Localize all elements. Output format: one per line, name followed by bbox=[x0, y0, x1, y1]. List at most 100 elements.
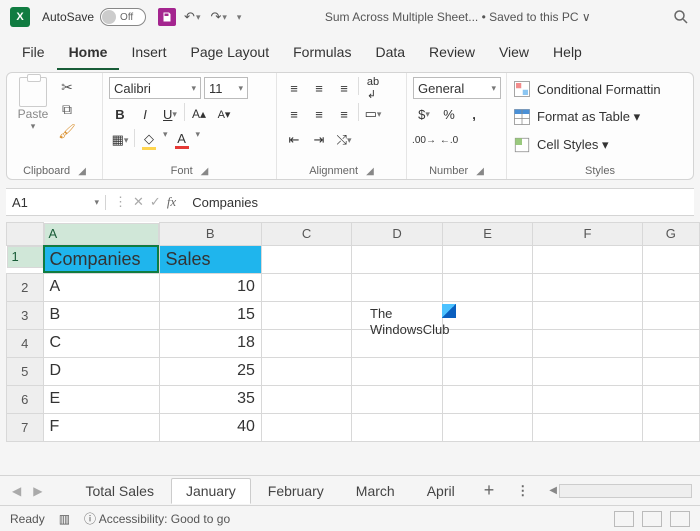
search-icon[interactable] bbox=[672, 8, 690, 26]
cell-C5[interactable] bbox=[261, 357, 351, 385]
italic-button[interactable]: I bbox=[134, 103, 156, 125]
cell-A1[interactable]: Companies bbox=[43, 245, 159, 273]
cell-G4[interactable] bbox=[642, 329, 699, 357]
cell-G2[interactable] bbox=[642, 273, 699, 301]
menu-review[interactable]: Review bbox=[417, 38, 487, 70]
cell-C6[interactable] bbox=[261, 385, 351, 413]
cell-E6[interactable] bbox=[442, 385, 532, 413]
format-painter-icon[interactable]: 🖌 bbox=[57, 121, 77, 141]
increase-font-button[interactable]: A▴ bbox=[188, 103, 210, 125]
cell-F3[interactable] bbox=[533, 301, 642, 329]
cell-G6[interactable] bbox=[642, 385, 699, 413]
underline-button[interactable]: U▾ bbox=[159, 103, 181, 125]
cell-E5[interactable] bbox=[442, 357, 532, 385]
decrease-indent-button[interactable]: ⇤ bbox=[283, 129, 305, 151]
align-left-button[interactable]: ≡ bbox=[283, 103, 305, 125]
format-as-table-button[interactable]: Format as Table ▾ bbox=[513, 105, 640, 129]
decrease-font-button[interactable]: A▾ bbox=[213, 103, 235, 125]
cell-A3[interactable]: B bbox=[43, 301, 159, 329]
paste-button[interactable]: Paste ▾ bbox=[13, 77, 53, 132]
column-header-G[interactable]: G bbox=[642, 223, 699, 246]
cell-E4[interactable] bbox=[442, 329, 532, 357]
font-dialog-launcher[interactable]: ◢ bbox=[201, 166, 209, 177]
column-header-B[interactable]: B bbox=[159, 223, 261, 246]
sheet-tab-january[interactable]: January bbox=[171, 478, 251, 504]
name-box[interactable]: A1▾ bbox=[6, 195, 106, 210]
bold-button[interactable]: B bbox=[109, 103, 131, 125]
fx-icon[interactable]: fx bbox=[167, 194, 176, 210]
cancel-formula-icon[interactable]: ✕ bbox=[133, 194, 144, 210]
sheet-tab-february[interactable]: February bbox=[253, 478, 339, 504]
page-break-view-button[interactable] bbox=[670, 511, 690, 527]
cell-A6[interactable]: E bbox=[43, 385, 159, 413]
borders-button[interactable]: ▦▾ bbox=[109, 129, 131, 151]
row-header-5[interactable]: 5 bbox=[7, 357, 44, 385]
sheet-tab-total-sales[interactable]: Total Sales bbox=[70, 478, 168, 504]
cell-G1[interactable] bbox=[642, 245, 699, 273]
percent-button[interactable]: % bbox=[438, 103, 460, 125]
column-header-E[interactable]: E bbox=[442, 223, 532, 246]
menu-view[interactable]: View bbox=[487, 38, 541, 70]
orientation-button[interactable]: ⤭▾ bbox=[333, 129, 355, 151]
sheet-tab-april[interactable]: April bbox=[412, 478, 470, 504]
horizontal-scrollbar[interactable]: ◀ bbox=[549, 484, 692, 498]
font-size-selector[interactable]: 11▾ bbox=[204, 77, 248, 99]
cell-D6[interactable] bbox=[352, 385, 442, 413]
wrap-text-button[interactable]: ab↲ bbox=[362, 77, 384, 99]
spreadsheet-grid[interactable]: ABCDEFG1CompaniesSales2A103B154C185D256E… bbox=[6, 222, 700, 442]
increase-indent-button[interactable]: ⇥ bbox=[308, 129, 330, 151]
select-all-corner[interactable] bbox=[7, 223, 44, 246]
align-middle-button[interactable]: ≡ bbox=[308, 77, 330, 99]
column-header-F[interactable]: F bbox=[533, 223, 642, 246]
menu-home[interactable]: Home bbox=[57, 38, 120, 70]
cell-B5[interactable]: 25 bbox=[159, 357, 261, 385]
menu-insert[interactable]: Insert bbox=[119, 38, 178, 70]
cell-A5[interactable]: D bbox=[43, 357, 159, 385]
cell-F5[interactable] bbox=[533, 357, 642, 385]
cell-E2[interactable] bbox=[442, 273, 532, 301]
accessibility-status[interactable]: ⓘ Accessibility: Good to go bbox=[84, 510, 230, 527]
sheet-tab-march[interactable]: March bbox=[341, 478, 410, 504]
row-header-3[interactable]: 3 bbox=[7, 301, 44, 329]
cell-styles-button[interactable]: Cell Styles ▾ bbox=[513, 133, 609, 157]
cell-C2[interactable] bbox=[261, 273, 351, 301]
merge-button[interactable]: ▭▾ bbox=[362, 103, 384, 125]
decrease-decimal-button[interactable]: ←.0 bbox=[438, 129, 460, 151]
save-button[interactable] bbox=[158, 8, 176, 26]
cell-D5[interactable] bbox=[352, 357, 442, 385]
cell-E7[interactable] bbox=[442, 413, 532, 441]
cell-B3[interactable]: 15 bbox=[159, 301, 261, 329]
redo-button[interactable]: ↷▾ bbox=[208, 7, 228, 27]
qat-customize[interactable]: ▾ bbox=[235, 10, 244, 25]
column-header-D[interactable]: D bbox=[352, 223, 442, 246]
cell-A2[interactable]: A bbox=[43, 273, 159, 301]
conditional-formatting-button[interactable]: Conditional Formattin bbox=[513, 77, 661, 101]
normal-view-button[interactable] bbox=[614, 511, 634, 527]
formula-input[interactable]: Companies bbox=[184, 195, 694, 210]
alignment-dialog-launcher[interactable]: ◢ bbox=[366, 166, 374, 177]
comma-button[interactable]: , bbox=[463, 103, 485, 125]
cell-B4[interactable]: 18 bbox=[159, 329, 261, 357]
cell-G7[interactable] bbox=[642, 413, 699, 441]
cell-B6[interactable]: 35 bbox=[159, 385, 261, 413]
align-center-button[interactable]: ≡ bbox=[308, 103, 330, 125]
menu-data[interactable]: Data bbox=[363, 38, 417, 70]
cell-F6[interactable] bbox=[533, 385, 642, 413]
cell-B2[interactable]: 10 bbox=[159, 273, 261, 301]
cell-D2[interactable] bbox=[352, 273, 442, 301]
sheet-nav-next[interactable]: ▶ bbox=[29, 484, 46, 498]
font-name-selector[interactable]: Calibri▾ bbox=[109, 77, 201, 99]
menu-file[interactable]: File bbox=[10, 38, 57, 70]
page-layout-view-button[interactable] bbox=[642, 511, 662, 527]
number-format-selector[interactable]: General▾ bbox=[413, 77, 501, 99]
new-sheet-button[interactable]: + bbox=[474, 480, 505, 501]
cell-F1[interactable] bbox=[533, 245, 642, 273]
cell-D1[interactable] bbox=[352, 245, 442, 273]
sheet-nav-prev[interactable]: ◀ bbox=[8, 484, 25, 498]
align-top-button[interactable]: ≡ bbox=[283, 77, 305, 99]
row-header-7[interactable]: 7 bbox=[7, 413, 44, 441]
increase-decimal-button[interactable]: .00→ bbox=[413, 129, 435, 151]
undo-button[interactable]: ↶▾ bbox=[182, 7, 202, 27]
stats-icon[interactable]: ▥ bbox=[59, 512, 70, 526]
font-color-button[interactable]: A bbox=[171, 129, 193, 151]
